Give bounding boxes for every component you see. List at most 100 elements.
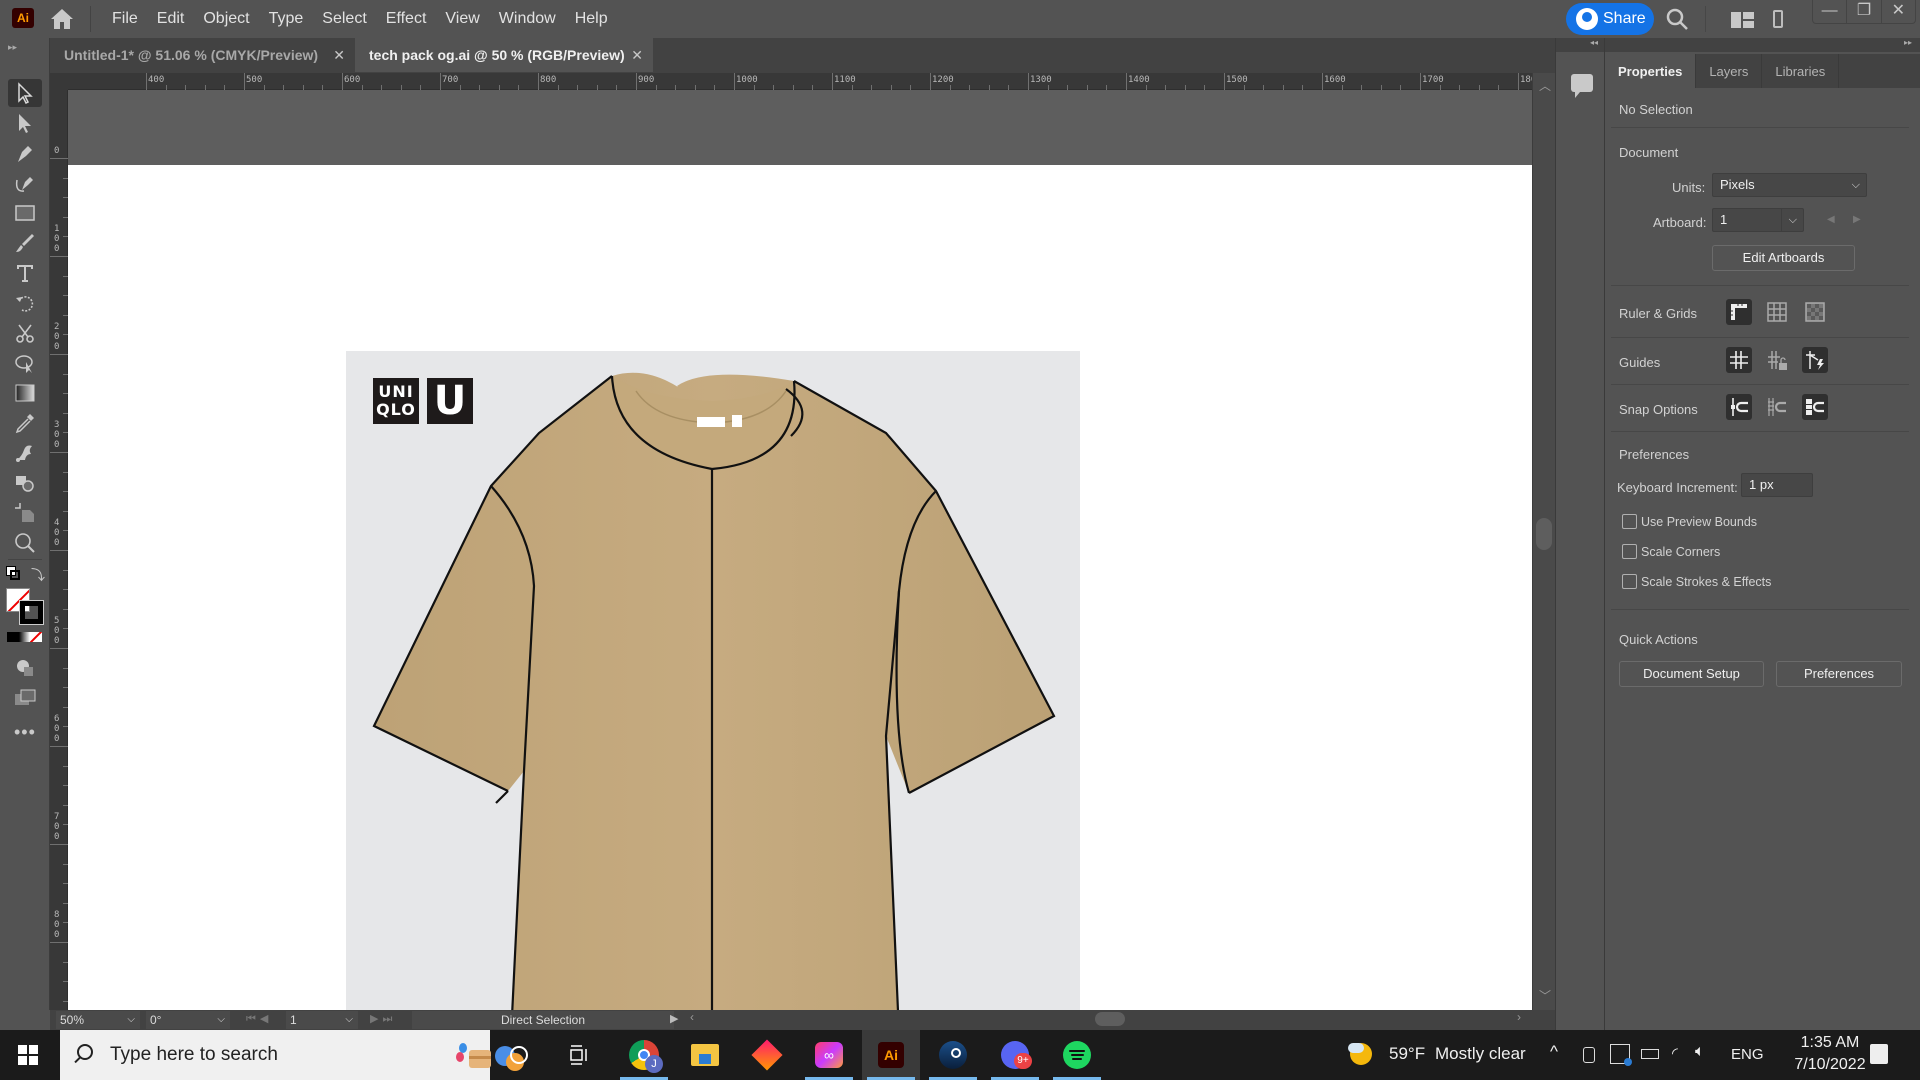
show-hidden-icons[interactable]: ^ (1550, 1042, 1558, 1062)
weather-description[interactable]: Mostly clear (1435, 1044, 1526, 1064)
snap-to-pixel-icon[interactable] (1764, 394, 1790, 420)
menu-view[interactable]: View (445, 10, 479, 28)
none-button[interactable] (30, 632, 43, 642)
clock-date[interactable]: 7/10/2022 (1790, 1056, 1870, 1074)
direct-selection-tool[interactable] (8, 109, 42, 137)
pen-tool[interactable] (8, 139, 42, 167)
zoom-tool[interactable] (8, 529, 42, 557)
volume-icon[interactable]: 🔈︎ (1695, 1043, 1705, 1061)
previous-artboard-icon[interactable]: ◀ (1827, 214, 1835, 225)
rotation-dropdown[interactable]: 0° ⌵ (146, 1011, 230, 1029)
stroke-swatch[interactable] (19, 600, 44, 625)
share-button[interactable]: Share (1566, 3, 1654, 35)
discord-icon[interactable]: 9+ (986, 1030, 1044, 1080)
artboard-dropdown[interactable]: 1 ⌵ (1712, 208, 1804, 232)
taskbar-search[interactable]: Type here to search (60, 1030, 524, 1080)
notifications-icon[interactable] (1870, 1044, 1888, 1064)
selection-tool[interactable] (8, 79, 42, 107)
paintbrush-tool[interactable] (8, 229, 42, 257)
ruler-origin[interactable] (50, 73, 68, 90)
scroll-thumb[interactable] (1536, 518, 1552, 550)
tshirt-image[interactable]: UNI QLO U (346, 351, 1080, 1010)
scroll-up-icon[interactable]: ︿ (1539, 77, 1551, 94)
curvature-tool[interactable] (8, 169, 42, 197)
artboard-navigator[interactable]: 1 ⌵ (286, 1011, 358, 1029)
workspace-icon[interactable] (1773, 10, 1783, 28)
lock-guides-icon[interactable] (1764, 347, 1790, 373)
horizontal-scroll-thumb[interactable] (1095, 1012, 1125, 1026)
lasso-tool[interactable] (8, 349, 42, 377)
more-tools-icon[interactable]: ••• (14, 722, 36, 743)
tab-properties[interactable]: Properties (1605, 54, 1697, 88)
scale-corners-checkbox[interactable] (1622, 544, 1637, 559)
collapse-toolbar-icon[interactable]: ▸▸ (8, 42, 18, 53)
horizontal-ruler[interactable]: 400 500 600 700 800 900 1000 1100 1200 1300 1400 15… (68, 73, 1598, 90)
tab-tech-pack[interactable]: tech pack og.ai @ 50 % (RGB/Preview) ✕ (355, 38, 653, 72)
menu-help[interactable]: Help (575, 10, 608, 28)
eyedropper-tool[interactable] (8, 409, 42, 437)
close-tab-icon[interactable]: ✕ (333, 47, 345, 64)
grid-icon[interactable] (1764, 299, 1790, 325)
menu-window[interactable]: Window (499, 10, 556, 28)
document-setup-button[interactable]: Document Setup (1619, 661, 1764, 687)
chrome-icon[interactable]: J (615, 1030, 673, 1080)
type-tool[interactable] (8, 259, 42, 287)
vertical-ruler[interactable]: 0 100 200 300 400 500 600 700 800 (50, 90, 68, 1022)
gradient-tool[interactable] (8, 379, 42, 407)
steam-icon[interactable] (924, 1030, 982, 1080)
menu-object[interactable]: Object (203, 10, 249, 28)
comments-icon[interactable] (1571, 74, 1593, 98)
zoom-level-dropdown[interactable]: 50% ⌵ (56, 1011, 140, 1029)
tab-untitled-1[interactable]: Untitled-1* @ 51.06 % (CMYK/Preview) ✕ (50, 38, 355, 72)
status-menu-icon[interactable]: ▶ (670, 1012, 678, 1025)
task-view-icon[interactable] (550, 1030, 608, 1080)
rotate-tool[interactable] (8, 289, 42, 317)
weather-temperature[interactable]: 59°F (1389, 1044, 1425, 1064)
artboard-tool[interactable] (8, 499, 42, 527)
use-preview-bounds-checkbox[interactable] (1622, 514, 1637, 529)
draw-mode-icon[interactable] (8, 654, 42, 682)
windows-start-icon[interactable] (18, 1045, 38, 1065)
expand-panel-icon[interactable]: ▸▸ (1605, 38, 1920, 52)
app-diamond-icon[interactable] (738, 1030, 796, 1080)
scissors-tool[interactable] (8, 319, 42, 347)
gradient-button[interactable] (18, 632, 31, 642)
show-guides-icon[interactable] (1726, 347, 1752, 373)
scroll-right-icon[interactable]: › (1517, 1010, 1521, 1024)
swap-fill-stroke-icon[interactable]: ⤵ (31, 565, 45, 585)
home-icon[interactable] (50, 8, 74, 30)
close-button[interactable]: ✕ (1882, 0, 1915, 23)
menu-select[interactable]: Select (322, 10, 366, 28)
camera-icon[interactable] (1583, 1047, 1595, 1063)
tab-layers[interactable]: Layers (1696, 54, 1763, 88)
menu-type[interactable]: Type (269, 10, 304, 28)
color-button[interactable] (7, 632, 19, 642)
smart-guides-icon[interactable] (1802, 347, 1828, 373)
vertical-scrollbar[interactable]: ︿ ﹀ (1532, 73, 1555, 1010)
ruler-icon[interactable] (1726, 299, 1752, 325)
minimize-button[interactable]: — (1813, 0, 1848, 23)
screen-mode-icon[interactable] (8, 684, 42, 712)
scroll-left-icon[interactable]: ‹ (690, 1010, 694, 1024)
clock-time[interactable]: 1:35 AM (1790, 1034, 1870, 1052)
current-tool-status[interactable]: Direct Selection (412, 1011, 674, 1029)
first-prev-artboard-icons[interactable]: ⏮◀ (246, 1012, 272, 1026)
snap-to-point-icon[interactable] (1726, 394, 1752, 420)
canvas[interactable]: UNI QLO U (68, 90, 1532, 1010)
scale-strokes-effects-checkbox[interactable] (1622, 574, 1637, 589)
weather-moon-icon[interactable] (1348, 1043, 1374, 1067)
puppet-warp-tool[interactable] (8, 439, 42, 467)
search-icon[interactable] (1666, 8, 1688, 30)
illustrator-taskbar-icon[interactable]: Ai (862, 1030, 920, 1080)
menu-effect[interactable]: Effect (386, 10, 427, 28)
default-fill-stroke-icon[interactable] (6, 566, 20, 580)
sync-icon[interactable] (1610, 1044, 1632, 1066)
units-dropdown[interactable]: Pixels ⌵ (1712, 173, 1867, 197)
scroll-down-icon[interactable]: ﹀ (1539, 987, 1551, 1004)
rectangle-tool[interactable] (8, 199, 42, 227)
preferences-button[interactable]: Preferences (1776, 661, 1902, 687)
arrange-documents-icon[interactable] (1731, 12, 1754, 28)
wifi-icon[interactable]: ◜ (1672, 1044, 1678, 1062)
shape-builder-tool[interactable] (8, 469, 42, 497)
next-artboard-icon[interactable]: ▶ (1853, 214, 1861, 225)
